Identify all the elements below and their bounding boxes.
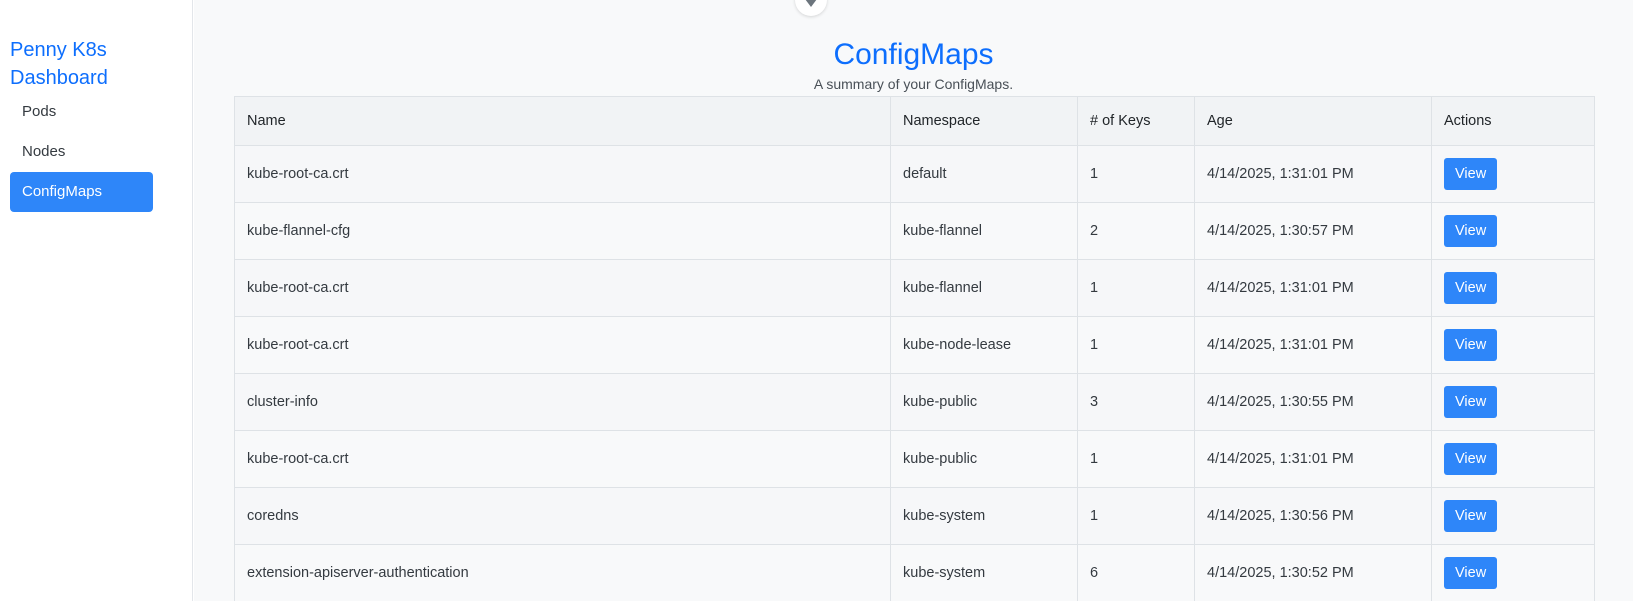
cell-keys: 3 [1077,373,1195,431]
cell-age: 4/14/2025, 1:31:01 PM [1194,259,1432,317]
column-header-age: Age [1194,96,1432,146]
collapse-toggle-button[interactable] [795,0,827,16]
cell-name: kube-root-ca.crt [234,430,891,488]
app: Penny K8s Dashboard Pods Nodes ConfigMap… [0,0,1633,601]
page-title: ConfigMaps [833,38,994,71]
cell-age: 4/14/2025, 1:30:55 PM [1194,373,1432,431]
cell-keys: 1 [1077,145,1195,203]
view-button[interactable]: View [1444,272,1498,304]
sidebar-nav: Pods Nodes ConfigMaps [10,92,153,212]
cell-keys: 6 [1077,544,1195,601]
cell-name: kube-root-ca.crt [234,145,891,203]
cell-age: 4/14/2025, 1:30:56 PM [1194,487,1432,545]
cell-keys: 2 [1077,202,1195,260]
view-button[interactable]: View [1444,386,1498,418]
cell-keys: 1 [1077,259,1195,317]
cell-keys: 1 [1077,430,1195,488]
cell-age: 4/14/2025, 1:30:52 PM [1194,544,1432,601]
sidebar: Penny K8s Dashboard Pods Nodes ConfigMap… [0,0,193,601]
table-row: coredns kube-system 1 4/14/2025, 1:30:56… [234,487,1595,545]
cell-actions: View [1431,259,1595,317]
table-row: kube-flannel-cfg kube-flannel 2 4/14/202… [234,202,1595,260]
cell-actions: View [1431,487,1595,545]
cell-age: 4/14/2025, 1:30:57 PM [1194,202,1432,260]
cell-keys: 1 [1077,316,1195,374]
page-subtitle: A summary of your ConfigMaps. [813,76,1014,92]
cell-actions: View [1431,430,1595,488]
table-row: kube-root-ca.crt default 1 4/14/2025, 1:… [234,145,1595,203]
cell-namespace: kube-flannel [890,202,1078,260]
cell-age: 4/14/2025, 1:31:01 PM [1194,145,1432,203]
cell-namespace: kube-node-lease [890,316,1078,374]
table-body: kube-root-ca.crt default 1 4/14/2025, 1:… [234,145,1595,601]
column-header-name: Name [234,96,891,146]
cell-name: kube-flannel-cfg [234,202,891,260]
cell-actions: View [1431,202,1595,260]
cell-actions: View [1431,316,1595,374]
table-row: cluster-info kube-public 3 4/14/2025, 1:… [234,373,1595,431]
table-header: Name Namespace # of Keys Age Actions [234,96,1595,146]
view-button[interactable]: View [1444,215,1498,247]
cell-namespace: kube-system [890,487,1078,545]
column-header-actions: Actions [1431,96,1595,146]
cell-name: coredns [234,487,891,545]
view-button[interactable]: View [1444,500,1498,532]
table-row: kube-root-ca.crt kube-node-lease 1 4/14/… [234,316,1595,374]
view-button[interactable]: View [1444,329,1498,361]
cell-namespace: kube-public [890,430,1078,488]
main-content: ConfigMaps A summary of your ConfigMaps.… [194,0,1633,601]
column-header-namespace: Namespace [890,96,1078,146]
cell-namespace: kube-system [890,544,1078,601]
cell-actions: View [1431,544,1595,601]
cell-age: 4/14/2025, 1:31:01 PM [1194,430,1432,488]
table-row: extension-apiserver-authentication kube-… [234,544,1595,601]
table-row: kube-root-ca.crt kube-public 1 4/14/2025… [234,430,1595,488]
sidebar-item-configmaps[interactable]: ConfigMaps [10,172,153,212]
cell-namespace: kube-public [890,373,1078,431]
cell-namespace: kube-flannel [890,259,1078,317]
view-button[interactable]: View [1444,443,1498,475]
chevron-down-icon [805,0,817,7]
brand-title[interactable]: Penny K8s Dashboard [10,36,160,92]
cell-name: extension-apiserver-authentication [234,544,891,601]
sidebar-item-pods[interactable]: Pods [10,92,153,132]
table-row: kube-root-ca.crt kube-flannel 1 4/14/202… [234,259,1595,317]
cell-age: 4/14/2025, 1:31:01 PM [1194,316,1432,374]
table-header-row: Name Namespace # of Keys Age Actions [234,96,1595,146]
view-button[interactable]: View [1444,158,1498,190]
cell-name: kube-root-ca.crt [234,316,891,374]
sidebar-item-nodes[interactable]: Nodes [10,132,153,172]
cell-name: cluster-info [234,373,891,431]
cell-namespace: default [890,145,1078,203]
cell-keys: 1 [1077,487,1195,545]
view-button[interactable]: View [1444,557,1498,589]
column-header-keys: # of Keys [1077,96,1195,146]
configmaps-table: Name Namespace # of Keys Age Actions kub… [234,96,1595,601]
cell-name: kube-root-ca.crt [234,259,891,317]
cell-actions: View [1431,373,1595,431]
cell-actions: View [1431,145,1595,203]
